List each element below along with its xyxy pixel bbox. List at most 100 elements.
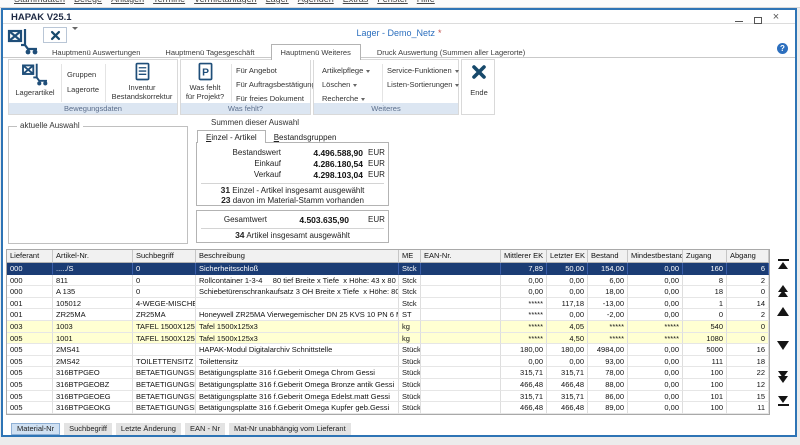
column-header-ean-nr[interactable]: EAN-Nr. xyxy=(421,250,501,263)
recherche-dropdown[interactable]: Recherche xyxy=(322,94,365,103)
cell-mindestbestand: 0,00 xyxy=(628,298,683,310)
column-header-bestand[interactable]: Bestand xyxy=(588,250,628,263)
column-header-zugang[interactable]: Zugang xyxy=(683,250,727,263)
table-row[interactable]: 005316BTPGEOKGBETAETIGUNGSPBetätigungspl… xyxy=(7,402,769,414)
scroll-to-bottom-button[interactable] xyxy=(774,396,792,407)
listen-sortierungen-dropdown[interactable]: Listen-Sortierungen xyxy=(387,80,459,89)
gruppen-button[interactable]: Gruppen xyxy=(67,70,96,79)
summen-tab-einzel-artikel[interactable]: Einzel - Artikel xyxy=(197,130,266,143)
cell-letzter-ek: 466,48 xyxy=(547,402,588,414)
cell-abgang: 6 xyxy=(727,263,769,275)
sort-button-letzte-nderung[interactable]: Letzte Änderung xyxy=(116,423,181,435)
scroll-down-button[interactable] xyxy=(774,341,792,350)
summen-tabs: Einzel - ArtikelBestandsgruppen xyxy=(197,127,344,142)
cell-mittlerer-ek: 0,00 xyxy=(501,275,547,287)
menu-item-extras[interactable]: Extras xyxy=(343,0,369,7)
page-down-button[interactable] xyxy=(774,371,792,383)
cell-bestand: -2,00 xyxy=(588,309,628,321)
column-header-artikel-nr[interactable]: Artikel-Nr. xyxy=(53,250,133,263)
column-header-beschreibung[interactable]: Beschreibung xyxy=(196,250,399,263)
table-row[interactable]: 0031003TAFEL 1500X125XTafel 1500x125x3kg… xyxy=(7,321,769,333)
close-icon[interactable]: × xyxy=(769,11,783,23)
cell-zugang: 5000 xyxy=(683,344,727,356)
einkauf-label: Einkauf xyxy=(197,159,281,168)
column-header-letzter-ek[interactable]: Letzter EK xyxy=(547,250,588,263)
header: Lager - Demo_Netz* Hauptmenü Auswertunge… xyxy=(3,24,795,58)
menu-item-vermietanlagen[interactable]: Vermietanlagen xyxy=(194,0,257,7)
cell-beschreibung: Tafel 1500x125x3 xyxy=(196,321,399,333)
table-row[interactable]: 0051001TAFEL 1500X125XTafel 1500x125x3kg… xyxy=(7,333,769,345)
table-row[interactable]: 0052MS42TOILETTENSITZToilettensitzStück0… xyxy=(7,356,769,368)
ende-button[interactable]: Ende xyxy=(462,64,496,97)
lagerartikel-button[interactable]: Lagerartikel xyxy=(11,62,59,97)
minimize-icon[interactable] xyxy=(732,11,746,23)
aktuelle-auswahl-label: aktuelle Auswahl xyxy=(17,121,83,130)
menu-item-termine[interactable]: Termine xyxy=(153,0,185,7)
maximize-icon[interactable] xyxy=(751,11,765,23)
loeschen-dropdown[interactable]: Löschen xyxy=(322,80,357,89)
table-row[interactable]: 000...../S0SicherheitsschloßStck7,8950,0… xyxy=(7,263,769,275)
cell-ean-nr xyxy=(421,344,501,356)
table-row[interactable]: 0011050124-WEGE-MISCHERStck*****117,18-1… xyxy=(7,298,769,310)
cell-lieferant: 003 xyxy=(7,321,53,333)
table-row[interactable]: 005316BTPGEOEGBETAETIGUNGSPBetätigungspl… xyxy=(7,391,769,403)
cell-mindestbestand: 0,00 xyxy=(628,275,683,287)
column-header-mindestbestand[interactable]: Mindestbestand xyxy=(628,250,683,263)
table-row[interactable]: 0008110Rollcontainer 1-3-4 80 tief Breit… xyxy=(7,275,769,287)
column-header-suchbegriff[interactable]: Suchbegriff xyxy=(133,250,196,263)
menu-item-agenden[interactable]: Agenden xyxy=(298,0,334,7)
fuer-freies-dokument-item[interactable]: Für freies Dokument xyxy=(236,94,304,103)
menu-item-anlagen[interactable]: Anlagen xyxy=(111,0,144,7)
cell-zugang: 1 xyxy=(683,298,727,310)
cell-beschreibung: Rollcontainer 1-3-4 80 tief Breite x Tie… xyxy=(196,275,399,287)
cell-mittlerer-ek: ***** xyxy=(501,321,547,333)
cell-me: Stck xyxy=(399,286,421,298)
scroll-to-top-button[interactable] xyxy=(774,258,792,269)
fuer-auftragsbestaetigung-item[interactable]: Für Auftragsbestätigung xyxy=(236,80,316,89)
service-funktionen-dropdown[interactable]: Service-Funktionen xyxy=(387,66,459,75)
cell-lieferant: 005 xyxy=(7,333,53,345)
table-row[interactable]: 001ZR25MAZR25MAHoneywell ZR25MA Vierwege… xyxy=(7,309,769,321)
cell-artikel-nr: A 135 xyxy=(53,286,133,298)
sort-button-mat-nr-unabh-ngig-vom-lieferant[interactable]: Mat-Nr unabhängig vom Lieferant xyxy=(229,423,351,435)
menu-item-fenster[interactable]: Fenster xyxy=(377,0,408,7)
sort-button-ean-nr[interactable]: EAN - Nr xyxy=(185,423,225,435)
cell-abgang: 0 xyxy=(727,333,769,345)
column-header-mittlerer-ek[interactable]: Mittlerer EK xyxy=(501,250,547,263)
cell-suchbegriff: TAFEL 1500X125X xyxy=(133,321,196,333)
scroll-up-button[interactable] xyxy=(774,307,792,316)
summen-title: Summen dieser Auswahl xyxy=(211,118,299,127)
fuer-angebot-item[interactable]: Für Angebot xyxy=(236,66,277,75)
artikelpflege-dropdown[interactable]: Artikelpflege xyxy=(322,66,370,75)
table-row[interactable]: 005316BTPGEOBETAETIGUNGSPBetätigungsplat… xyxy=(7,367,769,379)
column-header-abgang[interactable]: Abgang xyxy=(727,250,769,263)
page-up-button[interactable] xyxy=(774,285,792,297)
menu-item-hilfe[interactable]: Hilfe xyxy=(417,0,435,7)
cell-lieferant: 000 xyxy=(7,286,53,298)
inventur-bestandskorrektur-button[interactable]: Inventur Bestandskorrektur xyxy=(107,62,177,101)
table-row[interactable]: 005316BTPGEOBZBETAETIGUNGSPBetätigungspl… xyxy=(7,379,769,391)
cell-mindestbestand: ***** xyxy=(628,333,683,345)
menu-item-stammdaten[interactable]: Stammdaten xyxy=(14,0,65,7)
menu-item-belege[interactable]: Belege xyxy=(74,0,102,7)
sort-button-suchbegriff[interactable]: Suchbegriff xyxy=(64,423,112,435)
cell-letzter-ek: 180,00 xyxy=(547,344,588,356)
column-header-me[interactable]: ME xyxy=(399,250,421,263)
cell-suchbegriff: BETAETIGUNGSP xyxy=(133,391,196,403)
cell-me: ST xyxy=(399,309,421,321)
lagerorte-button[interactable]: Lagerorte xyxy=(67,85,99,94)
bestandswert-value: 4.496.588,90 xyxy=(283,148,363,158)
table-row[interactable]: 0052MS41HAPAK-Modul Digitalarchiv Schnit… xyxy=(7,344,769,356)
help-icon[interactable]: ? xyxy=(777,43,788,54)
cell-me: Stck xyxy=(399,298,421,310)
cell-ean-nr xyxy=(421,391,501,403)
sort-button-material-nr[interactable]: Material-Nr xyxy=(11,423,60,435)
column-header-lieferant[interactable]: Lieferant xyxy=(7,250,53,263)
tab-hauptmen-weiteres[interactable]: Hauptmenü Weiteres xyxy=(271,44,361,60)
menu-item-lager[interactable]: Lager xyxy=(266,0,289,7)
table-row[interactable]: 000A 1350Schiebetürenschrankaufsatz 3 OH… xyxy=(7,286,769,298)
cell-lieferant: 005 xyxy=(7,391,53,403)
cell-suchbegriff: BETAETIGUNGSP xyxy=(133,402,196,414)
cell-beschreibung: Sicherheitsschloß xyxy=(196,263,399,275)
was-fehlt-fuer-projekt-button[interactable]: P Was fehlt für Projekt? xyxy=(183,62,227,101)
